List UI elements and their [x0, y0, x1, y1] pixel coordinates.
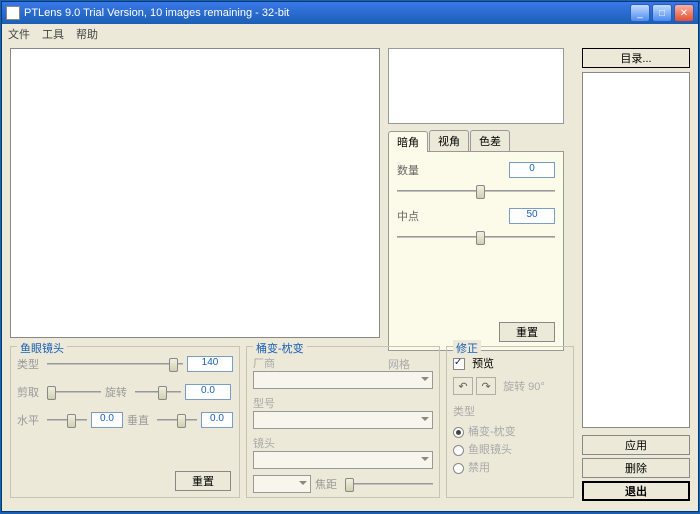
amount-slider[interactable]: [397, 182, 555, 200]
radio-disable-label: 禁用: [468, 462, 490, 474]
menu-file[interactable]: 文件: [6, 26, 32, 40]
fisheye-vert-label: 垂直: [127, 412, 153, 428]
rotate-cw-button[interactable]: ↷: [476, 377, 496, 395]
preview-area: [10, 48, 380, 338]
tab-chromatic[interactable]: 色差: [470, 130, 510, 151]
minimize-button[interactable]: _: [630, 4, 650, 22]
fisheye-vert-slider[interactable]: [157, 411, 197, 429]
fisheye-type-value[interactable]: 140: [187, 356, 233, 372]
thumbnail-area: [388, 48, 564, 124]
tab-panel: 数量 0 中点 50 重置: [388, 151, 564, 351]
image-list[interactable]: [582, 72, 690, 428]
amount-value[interactable]: 0: [509, 162, 555, 178]
tab-vignette[interactable]: 暗角: [388, 131, 428, 152]
camera-focal-label: 焦距: [315, 476, 341, 492]
radio-disable[interactable]: [453, 463, 464, 474]
menu-tool[interactable]: 工具: [40, 26, 66, 40]
group-fisheye-title: 鱼眼镜头: [17, 340, 67, 356]
camera-maker-label: 厂商: [253, 358, 275, 370]
fix-type-label: 类型: [453, 403, 567, 419]
delete-button[interactable]: 删除: [582, 458, 690, 478]
radio-barrel-label: 桶变-枕变: [468, 426, 516, 438]
window-title: PTLens 9.0 Trial Version, 10 images rema…: [24, 7, 630, 19]
maximize-button[interactable]: □: [652, 4, 672, 22]
fisheye-type-label: 类型: [17, 356, 43, 372]
camera-lens-label: 镜头: [253, 438, 275, 450]
amount-label: 数量: [397, 162, 435, 178]
preview-label: 预览: [472, 358, 494, 370]
catalog-button[interactable]: 目录...: [582, 48, 690, 68]
fisheye-crop-slider[interactable]: [47, 383, 101, 401]
camera-maker-combo[interactable]: [253, 371, 433, 389]
fisheye-rotate-label: 旋转: [105, 384, 131, 400]
radio-fisheye-label: 鱼眼镜头: [468, 444, 512, 456]
midpoint-value[interactable]: 50: [509, 208, 555, 224]
fisheye-type-slider[interactable]: [47, 355, 183, 373]
group-fix: 修正 预览 ↶ ↷ 旋转 90° 类型 桶变-枕变 鱼眼镜头 禁用: [446, 346, 574, 498]
midpoint-slider[interactable]: [397, 228, 555, 246]
camera-lens-combo[interactable]: [253, 451, 433, 469]
close-button[interactable]: ✕: [674, 4, 694, 22]
radio-fisheye[interactable]: [453, 445, 464, 456]
menu-help[interactable]: 帮助: [74, 26, 100, 40]
fisheye-reset-button[interactable]: 重置: [175, 471, 231, 491]
camera-model-combo[interactable]: [253, 411, 433, 429]
fisheye-rotate-slider[interactable]: [135, 383, 181, 401]
apply-button[interactable]: 应用: [582, 435, 690, 455]
fisheye-horiz-label: 水平: [17, 412, 43, 428]
preview-checkbox[interactable]: [453, 358, 465, 370]
group-fix-title: 修正: [453, 340, 481, 356]
camera-focal-combo[interactable]: [253, 475, 311, 493]
group-camera: 桶变-枕变 厂商 型号 镜头 焦距: [246, 346, 440, 498]
fisheye-rotate-value[interactable]: 0.0: [185, 384, 231, 400]
tab-perspective[interactable]: 视角: [429, 130, 469, 151]
group-camera-title: 桶变-枕变: [253, 340, 307, 356]
rotate90-label: 旋转 90°: [503, 381, 545, 393]
title-bar: PTLens 9.0 Trial Version, 10 images rema…: [2, 2, 698, 24]
camera-model-label: 型号: [253, 398, 275, 410]
group-fisheye: 鱼眼镜头 类型 140 剪取 旋转 0.0 水平: [10, 346, 240, 498]
midpoint-label: 中点: [397, 208, 435, 224]
radio-barrel[interactable]: [453, 427, 464, 438]
vignette-reset-button[interactable]: 重置: [499, 322, 555, 342]
fisheye-crop-label: 剪取: [17, 384, 43, 400]
exit-button[interactable]: 退出: [582, 481, 690, 501]
camera-focal-slider[interactable]: [345, 475, 433, 493]
fisheye-vert-value[interactable]: 0.0: [201, 412, 233, 428]
fisheye-horiz-value[interactable]: 0.0: [91, 412, 123, 428]
fisheye-horiz-slider[interactable]: [47, 411, 87, 429]
app-icon: [6, 6, 20, 20]
rotate-ccw-button[interactable]: ↶: [453, 377, 473, 395]
menu-bar: 文件 工具 帮助: [2, 24, 698, 42]
